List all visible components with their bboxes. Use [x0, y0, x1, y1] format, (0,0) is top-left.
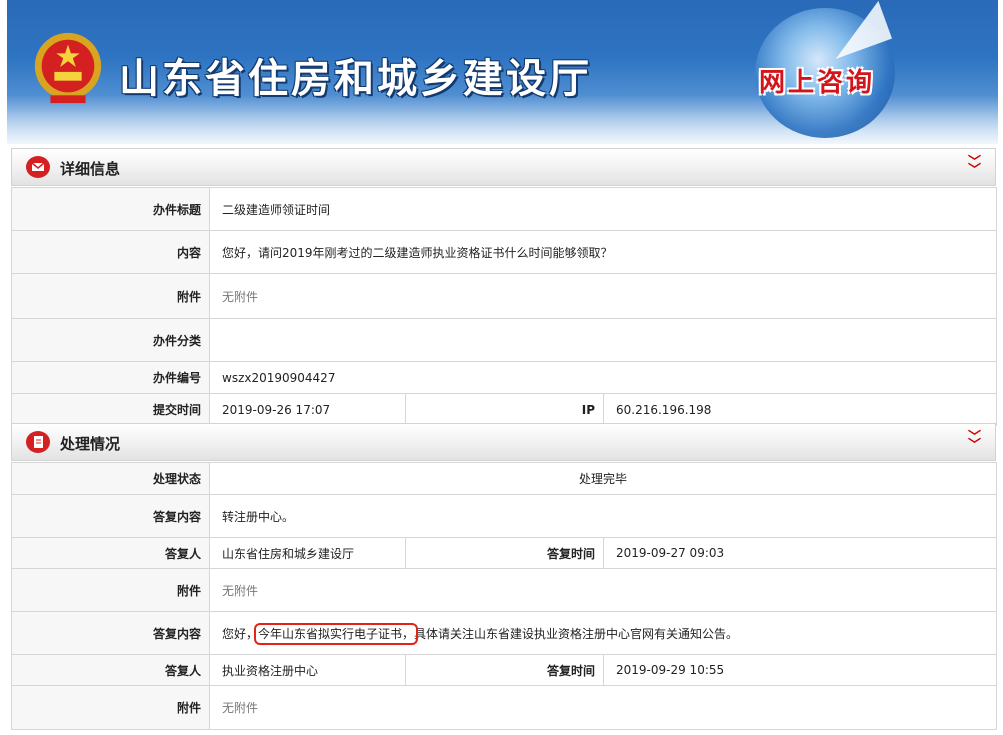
table-row: 附件 无附件 [11, 273, 998, 319]
attachment-value: 无附件 [208, 685, 998, 730]
number-label: 办件编号 [11, 361, 210, 394]
status-value: 处理完毕 [208, 462, 998, 495]
status-label: 处理状态 [11, 462, 210, 495]
title-label: 办件标题 [11, 187, 210, 231]
reply-content-suffix: 具体请关注山东省建设执业资格注册中心官网有关通知公告。 [414, 626, 739, 641]
online-consult-badge: 网上咨询 [759, 68, 876, 98]
attachment-label: 附件 [11, 568, 210, 612]
process-section-header[interactable]: 处理情况 ﹀ ﹀ [11, 423, 996, 461]
mail-icon [26, 156, 50, 178]
reply-content-prefix: 您好， [222, 626, 259, 641]
detail-section-title: 详细信息 [60, 160, 121, 178]
table-row: 答复人 执业资格注册中心 答复时间 2019-09-29 10:55 [11, 654, 998, 686]
reply-content-value: 您好，今年山东省拟实行电子证书，具体请关注山东省建设执业资格注册中心官网有关通知… [208, 611, 998, 655]
document-icon [26, 431, 50, 453]
detail-section-header[interactable]: 详细信息 ﹀ ﹀ [11, 148, 996, 186]
detail-table: 办件标题 二级建造师领证时间 内容 您好，请问2019年刚考过的二级建造师执业资… [11, 187, 998, 426]
content-label: 内容 [11, 230, 210, 274]
collapse-chevron-icon[interactable]: ﹀ ﹀ [968, 156, 981, 177]
attachment-value: 无附件 [208, 568, 998, 612]
highlighted-text: 今年山东省拟实行电子证书， [254, 622, 419, 645]
replier-label: 答复人 [11, 537, 210, 569]
content-value: 您好，请问2019年刚考过的二级建造师执业资格证书什么时间能够领取？ [208, 230, 998, 274]
reply-time-value: 2019-09-27 09:03 [602, 537, 998, 569]
site-title: 山东省住房和城乡建设厅 [119, 55, 592, 102]
reply-time-value: 2019-09-29 10:55 [602, 654, 998, 686]
replier-value: 山东省住房和城乡建设厅 [209, 537, 406, 569]
reply-time-label: 答复时间 [405, 537, 604, 569]
attachment-value: 无附件 [208, 273, 998, 319]
ip-value: 60.216.196.198 [602, 393, 998, 426]
table-row: 答复内容 转注册中心。 [11, 494, 998, 538]
title-value: 二级建造师领证时间 [208, 187, 998, 231]
reply-content-value: 转注册中心。 [208, 494, 998, 538]
table-row: 答复内容 您好，今年山东省拟实行电子证书，具体请关注山东省建设执业资格注册中心官… [11, 611, 998, 655]
submit-time-label: 提交时间 [11, 393, 210, 426]
table-row: 提交时间 2019-09-26 17:07 IP 60.216.196.198 [11, 393, 998, 426]
table-row: 办件编号 wszx20190904427 [11, 361, 998, 394]
table-row: 处理状态 处理完毕 [11, 462, 998, 495]
table-row: 附件 无附件 [11, 685, 998, 730]
national-emblem-icon [34, 32, 102, 104]
replier-value: 执业资格注册中心 [209, 654, 406, 686]
table-row: 内容 您好，请问2019年刚考过的二级建造师执业资格证书什么时间能够领取？ [11, 230, 998, 274]
process-table: 处理状态 处理完毕 答复内容 转注册中心。 答复人 山东省住房和城乡建设厅 答复… [11, 462, 998, 730]
category-label: 办件分类 [11, 318, 210, 362]
number-value: wszx20190904427 [208, 361, 998, 394]
attachment-label: 附件 [11, 273, 210, 319]
reply-content-label: 答复内容 [11, 494, 210, 538]
collapse-chevron-icon[interactable]: ﹀ ﹀ [968, 431, 981, 452]
attachment-label: 附件 [11, 685, 210, 730]
reply-content-label: 答复内容 [11, 611, 210, 655]
category-value [208, 318, 998, 362]
replier-label: 答复人 [11, 654, 210, 686]
reply-time-label: 答复时间 [405, 654, 604, 686]
table-row: 附件 无附件 [11, 568, 998, 612]
ip-label: IP [405, 393, 604, 426]
table-row: 办件分类 [11, 318, 998, 362]
process-section-title: 处理情况 [60, 435, 121, 453]
submit-time-value: 2019-09-26 17:07 [209, 393, 406, 426]
header-banner: 山东省住房和城乡建设厅 网上咨询 [7, 0, 998, 144]
table-row: 答复人 山东省住房和城乡建设厅 答复时间 2019-09-27 09:03 [11, 537, 998, 569]
table-row: 办件标题 二级建造师领证时间 [11, 187, 998, 231]
